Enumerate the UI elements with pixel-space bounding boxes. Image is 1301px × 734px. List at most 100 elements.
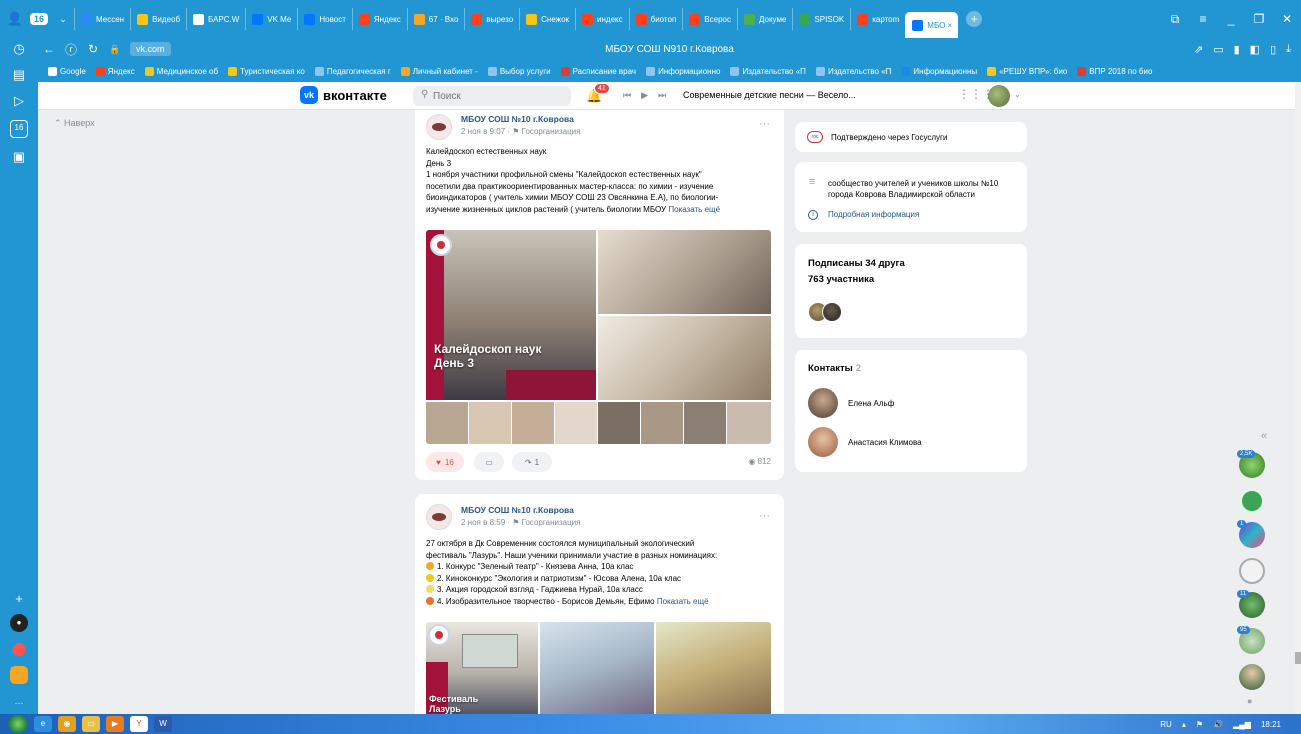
scrollbar-thumb[interactable] <box>1295 652 1301 664</box>
collections-icon[interactable]: ▯ <box>1270 43 1276 56</box>
browser-tab[interactable]: SPISOK <box>792 8 850 30</box>
bookmark-item[interactable]: ВПР 2018 по био <box>1077 66 1152 76</box>
media-icon[interactable]: ▶ <box>106 716 124 732</box>
ie-icon[interactable]: e <box>34 716 52 732</box>
post-author-avatar[interactable] <box>426 114 452 140</box>
bookmark-item[interactable]: Туристическая ко <box>228 66 305 76</box>
bookmark-item[interactable]: Расписание врач <box>560 66 636 76</box>
back-to-top-link[interactable]: ⌃ Наверх <box>54 118 95 129</box>
contact-name[interactable]: Анастасия Климова <box>848 438 922 447</box>
gallery-icon[interactable]: ▣ <box>10 148 28 166</box>
building-icon[interactable] <box>1239 558 1265 584</box>
like-button[interactable]: ♥ 16 <box>426 452 464 472</box>
user-avatar[interactable] <box>988 85 1010 107</box>
browser-tab[interactable]: Видеоб <box>130 8 186 30</box>
verified-text[interactable]: Подтверждено через Госуслуги <box>831 133 947 142</box>
browser-tab[interactable]: БАРС.W <box>186 8 245 30</box>
profile-icon[interactable]: 👤 <box>4 11 26 27</box>
back-icon[interactable]: ← <box>38 42 60 56</box>
browser-tab[interactable]: 67 · Вхо <box>406 8 465 30</box>
post-author-name[interactable]: МБОУ СОШ №10 г.Коврова <box>461 114 574 124</box>
tab-count-badge[interactable]: 16 <box>30 13 49 25</box>
friends-subscribed[interactable]: Подписаны 34 друга <box>808 258 905 269</box>
browser-tab[interactable]: Мессен <box>74 8 130 30</box>
current-track[interactable]: Современные детские песни — Весело... <box>683 90 856 100</box>
post-photo[interactable] <box>540 622 654 714</box>
post-photo[interactable]: Фестиваль Лазурь <box>426 622 538 714</box>
post-photo[interactable]: Калейдоскоп наук День 3 <box>426 230 596 400</box>
post-photo[interactable] <box>555 402 597 444</box>
bookmark-manager-icon[interactable]: ⧉ <box>1161 12 1189 27</box>
bookmark-icon[interactable]: ▮ <box>1234 43 1240 56</box>
tray-arrow-icon[interactable]: ▴ <box>1182 720 1186 729</box>
post-photo[interactable] <box>598 402 640 444</box>
bookmark-item[interactable]: Информационно <box>646 66 720 76</box>
browser-tab[interactable]: биотоп <box>628 8 683 30</box>
add-tab-button[interactable]: + <box>966 11 983 27</box>
yandex-browser-icon[interactable]: Y <box>130 716 148 732</box>
close-window-button[interactable]: ✕ <box>1273 12 1301 27</box>
reload-icon[interactable]: ↻ <box>82 42 104 56</box>
chevron-down-icon[interactable]: ⌄ <box>52 14 74 25</box>
post-menu-icon[interactable]: ··· <box>759 510 770 522</box>
reader-icon[interactable]: ▭ <box>1213 43 1223 56</box>
vk-logo[interactable]: vk вконтакте <box>300 86 387 104</box>
share-button[interactable]: ↷ 1 <box>512 452 552 472</box>
scrollbar[interactable] <box>1295 82 1301 714</box>
play-icon[interactable]: ▶ <box>641 90 648 101</box>
bookmark-item[interactable]: Выбор услуги <box>487 66 551 76</box>
browser-tab[interactable]: индекс <box>575 8 629 30</box>
bookmark-item[interactable]: Издательство «П <box>815 66 891 76</box>
search-input[interactable] <box>413 86 571 106</box>
explorer-icon[interactable]: ▭ <box>82 716 100 732</box>
members-card[interactable]: Подписаны 34 друга 763 участника <box>795 244 1027 338</box>
browser-tab[interactable]: Снежок <box>519 8 575 30</box>
comment-button[interactable]: ▭ <box>474 452 504 472</box>
chat-icon[interactable]: ● <box>1247 696 1252 706</box>
download-icon[interactable]: ⤓ <box>1286 43 1291 56</box>
widget-avatar[interactable] <box>1239 664 1265 690</box>
bookmark-item[interactable]: «РЕШУ ВПР»: био <box>987 66 1067 76</box>
post-date[interactable]: 2 ноя в 9:07 · ⚑ Госорганизация <box>461 127 580 136</box>
contact-avatar[interactable] <box>808 427 838 457</box>
history-icon[interactable]: ◷ <box>10 40 28 58</box>
post-photo[interactable] <box>727 402 771 444</box>
word-icon[interactable]: W <box>154 716 172 732</box>
bookmark-item[interactable]: Педагогическая г <box>314 66 391 76</box>
alice-icon[interactable]: ● <box>10 614 28 632</box>
browser-tab[interactable]: Всерос <box>682 8 737 30</box>
post-photo[interactable] <box>684 402 726 444</box>
browser-tab[interactable]: вырезо <box>464 8 519 30</box>
restore-button[interactable]: ❐ <box>1245 12 1273 27</box>
post-author-avatar[interactable] <box>426 504 452 530</box>
contact-item[interactable]: Елена Альф <box>808 387 894 419</box>
details-link[interactable]: Подробная информация <box>828 210 919 219</box>
friend-avatar[interactable] <box>822 302 842 322</box>
bookmark-item[interactable]: Яндекс <box>95 66 135 76</box>
flag-icon[interactable]: ⚑ <box>1196 720 1203 729</box>
contacts-title[interactable]: Контакты 2 <box>808 363 861 374</box>
tab-active[interactable]: МБО × <box>905 12 959 38</box>
prev-track-icon[interactable]: ⏮ <box>623 90 631 101</box>
yandex-home-icon[interactable]: ⓡ <box>60 41 82 58</box>
clock[interactable]: 18:21 <box>1261 720 1281 729</box>
bookmark-item[interactable]: Личный кабинет - <box>400 66 478 76</box>
post-date[interactable]: 2 ноя в 8:59 · ⚑ Госорганизация <box>461 518 580 527</box>
post-photo[interactable] <box>598 316 771 400</box>
post-photo[interactable] <box>512 402 554 444</box>
bookmark-item[interactable]: Google <box>48 66 86 76</box>
map-pin-icon[interactable]: ⬤ <box>10 640 28 658</box>
url-field[interactable]: vk.com <box>130 42 171 56</box>
post-author-name[interactable]: МБОУ СОШ №10 г.Коврова <box>461 505 574 515</box>
browser-tab[interactable]: Новост <box>297 8 352 30</box>
share-icon[interactable]: ⇗ <box>1194 43 1203 56</box>
browser-tab[interactable]: Докуме <box>736 8 792 30</box>
next-track-icon[interactable]: ⏭ <box>658 90 666 101</box>
notes-icon[interactable]: ▤ <box>10 66 28 84</box>
plus-widget-icon[interactable] <box>1239 488 1265 514</box>
mail-icon[interactable] <box>10 666 28 684</box>
language-indicator[interactable]: RU <box>1160 720 1172 729</box>
browser-tab[interactable]: картоm <box>850 8 905 30</box>
post-photo[interactable] <box>656 622 771 714</box>
browser-tab[interactable]: Яндекс <box>351 8 407 30</box>
